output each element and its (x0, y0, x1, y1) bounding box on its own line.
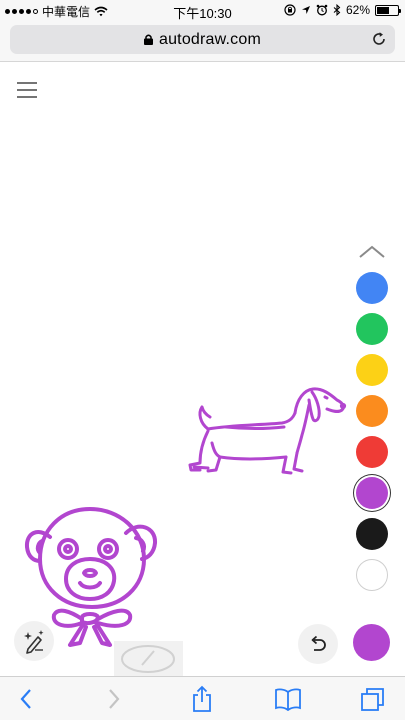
tabs-button[interactable] (359, 685, 387, 713)
browser-toolbar (0, 676, 405, 720)
alarm-icon (316, 4, 328, 16)
undo-icon (311, 635, 326, 651)
swatch-list (353, 272, 391, 591)
undo-button[interactable] (298, 624, 338, 664)
color-swatch-black[interactable] (356, 518, 388, 550)
autodraw-sparkle-pencil-icon (24, 630, 44, 654)
color-swatch-green[interactable] (356, 313, 388, 345)
bluetooth-icon (333, 4, 341, 16)
autodraw-button[interactable] (14, 621, 54, 661)
autodraw-suggestion-thumbnail[interactable] (114, 641, 183, 676)
color-swatch-yellow[interactable] (356, 354, 388, 386)
color-swatch-red[interactable] (356, 436, 388, 468)
orientation-lock-icon (284, 4, 296, 16)
color-swatch-white[interactable] (356, 559, 388, 591)
drawing-canvas[interactable] (0, 63, 405, 676)
chevron-left-icon (20, 689, 31, 709)
dachshund-drawing (188, 387, 347, 475)
browser-address-area: autodraw.com (0, 20, 405, 62)
lock-icon (143, 34, 153, 45)
hamburger-menu-icon[interactable] (17, 82, 37, 98)
share-icon (193, 685, 211, 712)
status-right: 62% (284, 3, 401, 17)
color-palette (353, 241, 391, 600)
url-field[interactable]: autodraw.com (10, 25, 395, 54)
book-icon (275, 688, 301, 711)
location-icon (301, 6, 310, 14)
chevron-up-icon[interactable] (353, 241, 391, 263)
url-text: autodraw.com (158, 31, 261, 48)
status-bar: 中華電信 下午10:30 62% (0, 0, 405, 21)
forward-button[interactable] (100, 685, 128, 713)
current-color-button[interactable] (353, 624, 390, 661)
battery-icon (375, 4, 401, 16)
color-swatch-orange[interactable] (356, 395, 388, 427)
url-display[interactable]: autodraw.com (10, 31, 395, 49)
color-swatch-purple[interactable] (356, 477, 388, 509)
chevron-right-icon (109, 689, 120, 709)
battery-percentage: 62% (345, 3, 370, 17)
tabs-icon (361, 688, 384, 711)
bookmarks-button[interactable] (274, 685, 302, 713)
reload-icon[interactable] (371, 31, 387, 47)
share-button[interactable] (188, 685, 216, 713)
back-button[interactable] (12, 685, 40, 713)
color-swatch-blue[interactable] (356, 272, 388, 304)
